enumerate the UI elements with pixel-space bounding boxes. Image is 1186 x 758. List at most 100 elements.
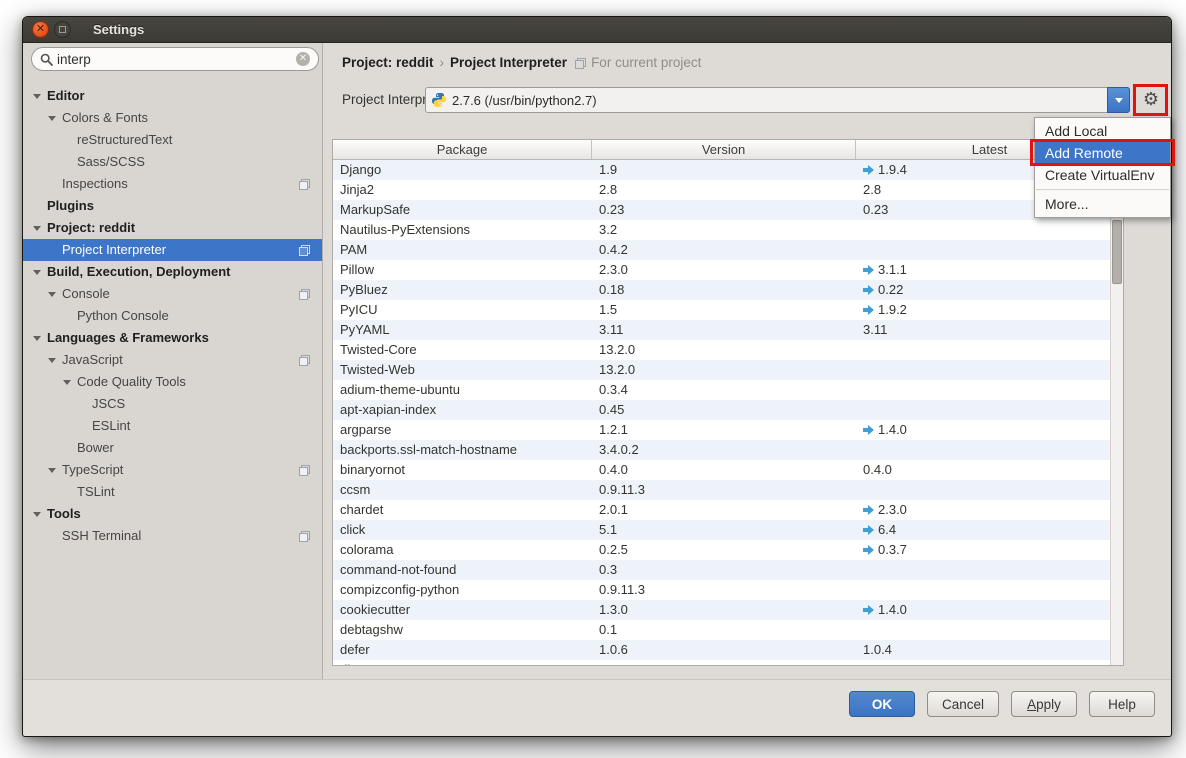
- package-row-defer[interactable]: defer1.0.61.0.4: [333, 640, 1123, 660]
- sidebar-item-eslint[interactable]: ESLint: [23, 415, 322, 437]
- expand-arrow-icon[interactable]: [33, 94, 41, 99]
- sidebar-item-colors-fonts[interactable]: Colors & Fonts: [23, 107, 322, 129]
- menu-item-add-local[interactable]: Add Local: [1035, 120, 1170, 142]
- expand-arrow-icon[interactable]: [48, 292, 56, 297]
- apply-button[interactable]: Apply: [1011, 691, 1077, 717]
- package-version: 0.18: [592, 280, 856, 300]
- menu-item-create-virtualenv[interactable]: Create VirtualEnv: [1035, 164, 1170, 186]
- package-row-colorama[interactable]: colorama0.2.50.3.7: [333, 540, 1123, 560]
- gear-icon[interactable]: ⚙: [1139, 87, 1163, 113]
- menu-item-more[interactable]: More...: [1035, 193, 1170, 215]
- package-row-jinja2[interactable]: Jinja22.82.8: [333, 180, 1123, 200]
- package-row-twisted-core[interactable]: Twisted-Core13.2.0: [333, 340, 1123, 360]
- sidebar-item-build-execution-deployment[interactable]: Build, Execution, Deployment: [23, 261, 322, 283]
- package-row-argparse[interactable]: argparse1.2.11.4.0: [333, 420, 1123, 440]
- column-header-version[interactable]: Version: [592, 140, 856, 159]
- sidebar-item-label: Plugins: [47, 198, 94, 213]
- upgrade-arrow-icon: [863, 505, 874, 515]
- expand-arrow-icon[interactable]: [33, 512, 41, 517]
- clear-search-icon[interactable]: ✕: [296, 52, 310, 66]
- help-button[interactable]: Help: [1089, 691, 1155, 717]
- package-name: colorama: [333, 540, 592, 560]
- sidebar-item-label: Code Quality Tools: [77, 374, 186, 389]
- cancel-button[interactable]: Cancel: [927, 691, 999, 717]
- package-row-backports-ssl-match-hostname[interactable]: backports.ssl-match-hostname3.4.0.2: [333, 440, 1123, 460]
- sidebar-item-project-reddit[interactable]: Project: reddit: [23, 217, 322, 239]
- upgrade-arrow-icon: [863, 525, 874, 535]
- sidebar-item-javascript[interactable]: JavaScript: [23, 349, 322, 371]
- search-input[interactable]: interp ✕: [31, 47, 319, 71]
- package-row-twisted-web[interactable]: Twisted-Web13.2.0: [333, 360, 1123, 380]
- sidebar-item-label: JavaScript: [62, 352, 123, 367]
- maximize-icon[interactable]: [54, 21, 71, 38]
- sidebar-item-jscs[interactable]: JSCS: [23, 393, 322, 415]
- package-version: 1.3.0: [592, 600, 856, 620]
- sidebar-item-bower[interactable]: Bower: [23, 437, 322, 459]
- expand-arrow-icon[interactable]: [63, 380, 71, 385]
- package-version: 0.4.2: [592, 240, 856, 260]
- sidebar-item-restructuredtext[interactable]: reStructuredText: [23, 129, 322, 151]
- ok-button[interactable]: OK: [849, 691, 915, 717]
- sidebar-item-inspections[interactable]: Inspections: [23, 173, 322, 195]
- interpreter-dropdown-button[interactable]: [1107, 87, 1130, 113]
- package-row-click[interactable]: click5.16.4: [333, 520, 1123, 540]
- package-row-compizconfig-python[interactable]: compizconfig-python0.9.11.3: [333, 580, 1123, 600]
- sidebar-item-ssh-terminal[interactable]: SSH Terminal: [23, 525, 322, 547]
- gear-menu: Add LocalAdd RemoteCreate VirtualEnv More…: [1034, 117, 1171, 218]
- close-icon[interactable]: ✕: [32, 21, 49, 38]
- scrollbar-thumb[interactable]: [1112, 220, 1122, 284]
- sidebar-item-tslint[interactable]: TSLint: [23, 481, 322, 503]
- package-row-markupsafe[interactable]: MarkupSafe0.230.23: [333, 200, 1123, 220]
- package-row-chardet[interactable]: chardet2.0.12.3.0: [333, 500, 1123, 520]
- package-row-debtagshw[interactable]: debtagshw0.1: [333, 620, 1123, 640]
- interpreter-select[interactable]: 2.7.6 (/usr/bin/python2.7): [425, 87, 1130, 113]
- titlebar[interactable]: ✕ Settings: [23, 17, 1171, 43]
- package-row-dirspec[interactable]: dirspec13.1013.08: [333, 660, 1123, 665]
- sidebar-item-console[interactable]: Console: [23, 283, 322, 305]
- package-name: debtagshw: [333, 620, 592, 640]
- package-row-pyyaml[interactable]: PyYAML3.113.11: [333, 320, 1123, 340]
- package-latest: [856, 400, 1123, 420]
- sidebar-item-plugins[interactable]: Plugins: [23, 195, 322, 217]
- package-row-command-not-found[interactable]: command-not-found0.3: [333, 560, 1123, 580]
- package-row-nautilus-pyextensions[interactable]: Nautilus-PyExtensions3.2: [333, 220, 1123, 240]
- package-row-binaryornot[interactable]: binaryornot0.4.00.4.0: [333, 460, 1123, 480]
- package-version: 0.45: [592, 400, 856, 420]
- package-row-django[interactable]: Django1.91.9.4: [333, 160, 1123, 180]
- package-row-pillow[interactable]: Pillow2.3.03.1.1: [333, 260, 1123, 280]
- package-row-pyicu[interactable]: PyICU1.51.9.2: [333, 300, 1123, 320]
- dialog-footer: OK Cancel Apply Help: [23, 679, 1171, 736]
- package-row-adium-theme-ubuntu[interactable]: adium-theme-ubuntu0.3.4: [333, 380, 1123, 400]
- sidebar-item-editor[interactable]: Editor: [23, 85, 322, 107]
- column-header-package[interactable]: Package: [333, 140, 592, 159]
- package-row-apt-xapian-index[interactable]: apt-xapian-index0.45: [333, 400, 1123, 420]
- sidebar-item-tools[interactable]: Tools: [23, 503, 322, 525]
- expand-arrow-icon[interactable]: [33, 270, 41, 275]
- sidebar-item-python-console[interactable]: Python Console: [23, 305, 322, 327]
- sidebar-item-languages-frameworks[interactable]: Languages & Frameworks: [23, 327, 322, 349]
- table-scrollbar[interactable]: [1110, 160, 1123, 665]
- expand-arrow-icon[interactable]: [33, 226, 41, 231]
- sidebar-item-typescript[interactable]: TypeScript: [23, 459, 322, 481]
- package-version: 2.8: [592, 180, 856, 200]
- sidebar-item-project-interpreter[interactable]: Project Interpreter: [23, 239, 322, 261]
- package-version: 2.3.0: [592, 260, 856, 280]
- sidebar-item-sass-scss[interactable]: Sass/SCSS: [23, 151, 322, 173]
- expand-arrow-icon[interactable]: [48, 468, 56, 473]
- sidebar-item-code-quality-tools[interactable]: Code Quality Tools: [23, 371, 322, 393]
- package-latest: 0.3.7: [856, 540, 1123, 560]
- sidebar-item-label: Editor: [47, 88, 85, 103]
- expand-arrow-icon[interactable]: [33, 336, 41, 341]
- package-version: 0.1: [592, 620, 856, 640]
- expand-arrow-icon[interactable]: [48, 116, 56, 121]
- expand-arrow-icon[interactable]: [48, 358, 56, 363]
- package-row-cookiecutter[interactable]: cookiecutter1.3.01.4.0: [333, 600, 1123, 620]
- menu-item-add-remote[interactable]: Add Remote: [1035, 142, 1170, 164]
- package-row-pam[interactable]: PAM0.4.2: [333, 240, 1123, 260]
- package-row-pybluez[interactable]: PyBluez0.180.22: [333, 280, 1123, 300]
- package-row-ccsm[interactable]: ccsm0.9.11.3: [333, 480, 1123, 500]
- chevron-down-icon: [1115, 98, 1123, 103]
- sidebar-item-label: Console: [62, 286, 110, 301]
- settings-sidebar: interp ✕ Editor Colors & FontsreStructure…: [23, 43, 323, 679]
- package-version: 3.2: [592, 220, 856, 240]
